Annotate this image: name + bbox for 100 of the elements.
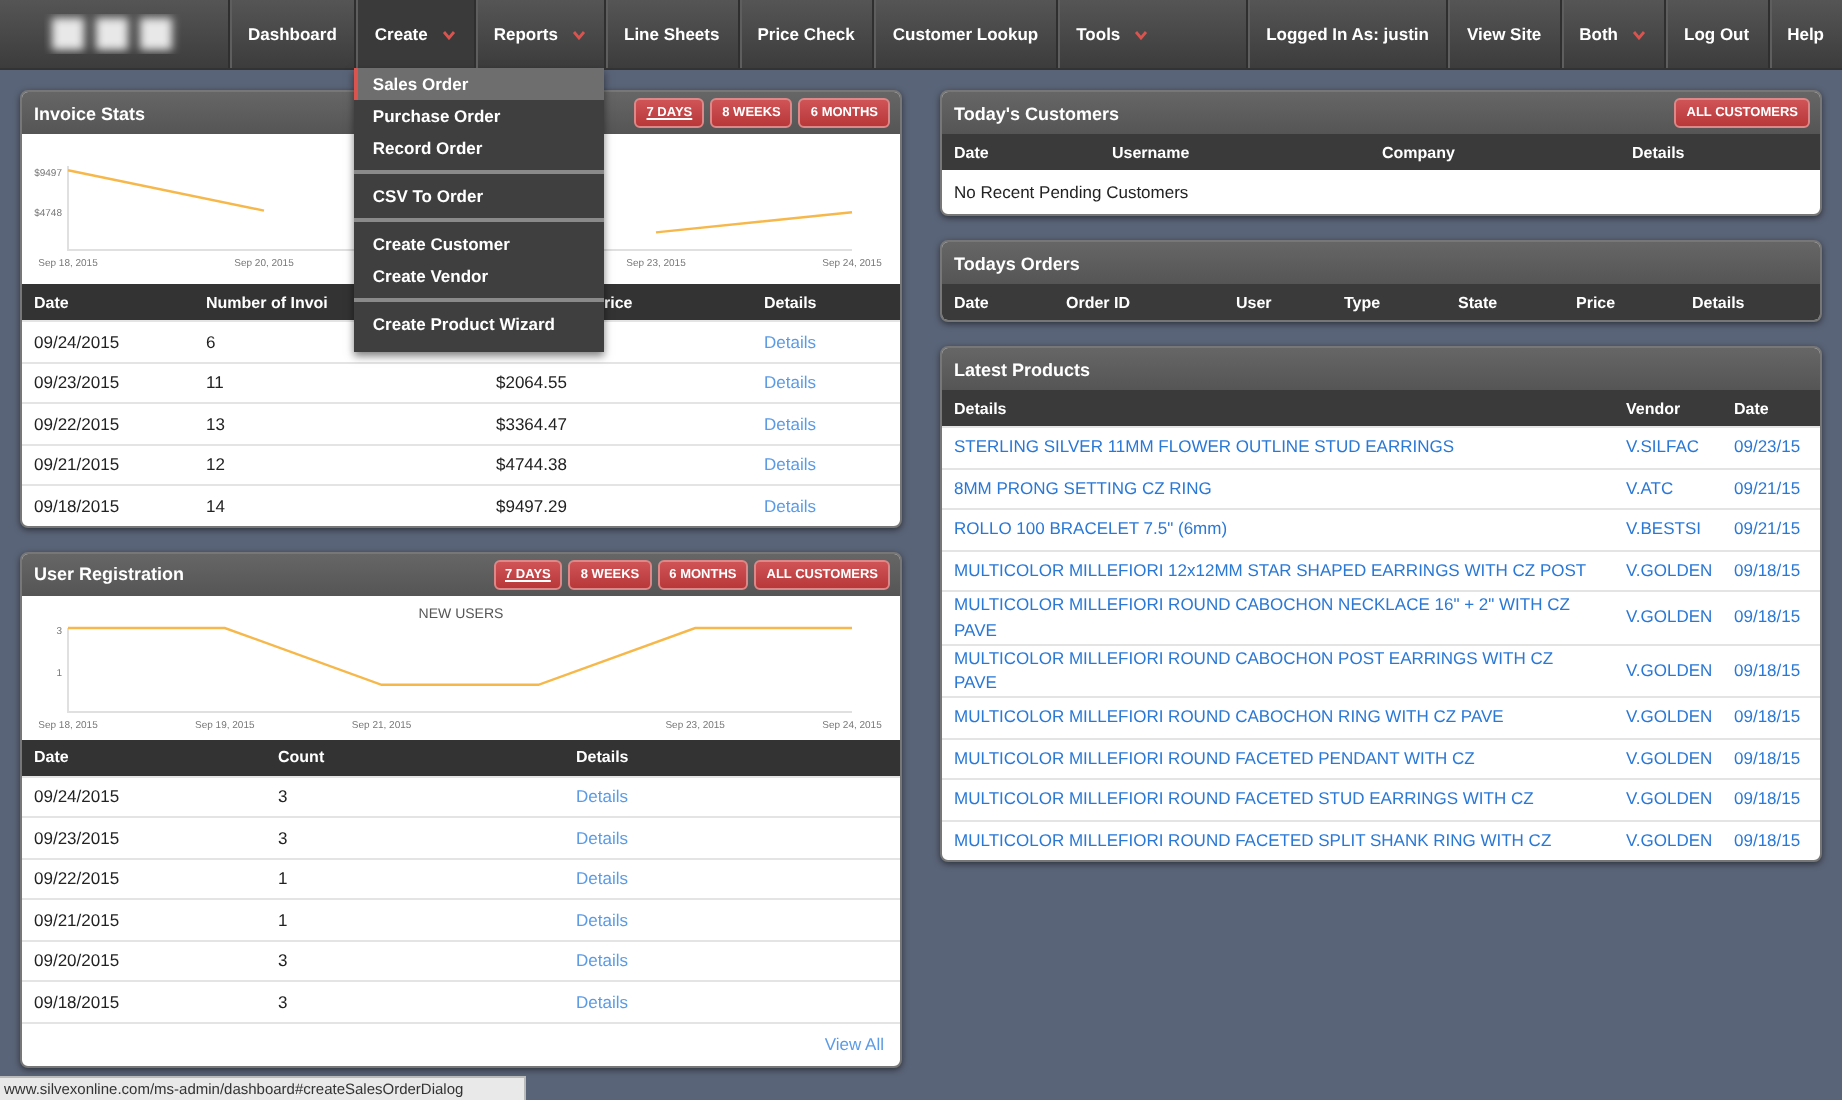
table-link[interactable]: V.GOLDEN: [1626, 557, 1713, 584]
panel-title: Todays Orders: [954, 253, 1080, 273]
table-cell-text: $3364.47: [496, 413, 569, 434]
menu-item[interactable]: Create Product Wizard: [354, 308, 605, 340]
table-link[interactable]: 09/21/15: [1734, 516, 1801, 543]
column-header: Date: [954, 143, 991, 161]
empty-message: No Recent Pending Customers: [952, 180, 1191, 206]
nav-item[interactable]: Tools: [1056, 0, 1167, 68]
table-cell-text: 09/18/2015: [34, 495, 122, 516]
column-header: Type: [1344, 293, 1383, 311]
column-header: Order ID: [1066, 293, 1133, 311]
table-link[interactable]: V.GOLDEN: [1626, 786, 1713, 813]
view-all-link[interactable]: View All: [824, 1033, 884, 1053]
table-link[interactable]: Details: [576, 950, 628, 971]
table-link[interactable]: Details: [764, 495, 816, 516]
table-link[interactable]: Details: [764, 331, 816, 352]
table-cell-text: 09/24/2015: [34, 331, 122, 352]
table-link[interactable]: Details: [576, 991, 628, 1012]
panel-title: User Registration: [34, 564, 185, 584]
table-link[interactable]: V.GOLDEN: [1626, 704, 1713, 731]
panel-title: Invoice Stats: [34, 103, 146, 123]
table-link[interactable]: STERLING SILVER 11MM FLOWER OUTLINE STUD EARRINGS: [954, 434, 1455, 461]
table-link[interactable]: Details: [576, 909, 628, 930]
table-link[interactable]: MULTICOLOR MILLEFIORI ROUND CABOCHON POST EARRINGS WITH CZ PAVE: [954, 645, 1594, 696]
table-cell-text: 09/21/2015: [34, 454, 122, 475]
table-link[interactable]: Details: [764, 372, 816, 393]
nav-item[interactable]: Logged In As: justin: [1246, 0, 1447, 68]
table-link[interactable]: V.SILFAC: [1626, 434, 1700, 461]
column-header: Details: [764, 293, 819, 311]
table-link[interactable]: MULTICOLOR MILLEFIORI ROUND FACETED STUD EARRINGS WITH CZ: [954, 786, 1534, 813]
table-cell-text: 3: [278, 827, 290, 848]
menu-item[interactable]: Record Order: [354, 132, 605, 164]
table-cell-text: 13: [206, 413, 227, 434]
column-header: Count: [278, 748, 327, 766]
table-link[interactable]: ROLLO 100 BRACELET 7.5" (6mm): [954, 516, 1228, 543]
menu-item[interactable]: Create Customer: [354, 228, 605, 260]
column-header: Vendor: [1626, 399, 1683, 417]
table-link[interactable]: 09/18/15: [1734, 827, 1801, 854]
table-cell-text: 11: [206, 372, 226, 393]
menu-item[interactable]: CSV To Order: [354, 180, 605, 212]
column-header: Details: [576, 748, 631, 766]
table-link[interactable]: MULTICOLOR MILLEFIORI ROUND FACETED PENDANT WITH CZ: [954, 745, 1475, 772]
menu-item[interactable]: Sales Order: [354, 68, 605, 100]
table-link[interactable]: 09/18/15: [1734, 657, 1801, 684]
table-cell-text: 09/22/2015: [34, 868, 122, 889]
table-cell-text: $4744.38: [496, 454, 569, 475]
column-header: rice: [602, 293, 635, 311]
column-header: Date: [954, 293, 991, 311]
table-link[interactable]: MULTICOLOR MILLEFIORI ROUND FACETED SPLIT SHANK RING WITH CZ: [954, 827, 1552, 854]
table-link[interactable]: Details: [764, 454, 816, 475]
table-link[interactable]: V.BESTSI: [1626, 516, 1701, 543]
column-header: Details: [1632, 143, 1687, 161]
table-link[interactable]: 09/18/15: [1734, 704, 1801, 731]
nav-item[interactable]: Customer Lookup: [872, 0, 1057, 68]
table-link[interactable]: 09/18/15: [1734, 557, 1801, 584]
column-header: State: [1458, 293, 1500, 311]
table-cell-text: 1: [278, 909, 290, 930]
table-link[interactable]: MULTICOLOR MILLEFIORI 12x12MM STAR SHAPED EARRINGS WITH CZ POST: [954, 557, 1587, 584]
panel-title: Latest Products: [954, 359, 1091, 379]
table-cell-text: 1: [278, 868, 290, 889]
panel-title: Today's Customers: [954, 103, 1119, 123]
column-header: Price: [1576, 293, 1618, 311]
table-link[interactable]: Details: [576, 868, 628, 889]
table-link[interactable]: Details: [764, 413, 816, 434]
menu-item[interactable]: Purchase Order: [354, 100, 605, 132]
nav-item[interactable]: Create: [354, 0, 474, 68]
table-link[interactable]: 09/23/15: [1734, 434, 1801, 461]
table-cell-text: 09/22/2015: [34, 413, 122, 434]
table-link[interactable]: MULTICOLOR MILLEFIORI ROUND CABOCHON RING WITH CZ PAVE: [954, 704, 1504, 731]
nav-item[interactable]: View Site: [1446, 0, 1560, 68]
table-link[interactable]: V.GOLDEN: [1626, 604, 1713, 631]
table-link[interactable]: V.ATC: [1626, 475, 1674, 502]
table-link[interactable]: V.GOLDEN: [1626, 827, 1713, 854]
nav-item[interactable]: Both: [1559, 0, 1664, 68]
table-link[interactable]: V.GOLDEN: [1626, 745, 1713, 772]
table-cell-text: 3: [278, 991, 290, 1012]
table-link[interactable]: 09/21/15: [1734, 475, 1801, 502]
column-header: Number of Invoi: [206, 293, 328, 311]
table-link[interactable]: Details: [576, 827, 628, 848]
table-link[interactable]: 09/18/15: [1734, 786, 1801, 813]
nav-item[interactable]: Help: [1767, 0, 1842, 68]
column-header: Company: [1382, 143, 1457, 161]
column-header: Details: [954, 399, 1009, 417]
table-cell-text: $9497.29: [496, 495, 569, 516]
table-link[interactable]: 09/18/15: [1734, 604, 1801, 631]
table-cell-text: 3: [278, 786, 290, 807]
table-cell-text: $2064.55: [496, 372, 569, 393]
nav-item[interactable]: Log Out: [1664, 0, 1768, 68]
table-cell-text: 09/20/2015: [34, 950, 122, 971]
table-link[interactable]: MULTICOLOR MILLEFIORI ROUND CABOCHON NECKLACE 16" + 2" WITH CZ PAVE: [954, 592, 1594, 643]
column-header: Details: [1692, 293, 1747, 311]
column-header: Date: [34, 748, 71, 766]
table-link[interactable]: Details: [576, 786, 628, 807]
nav-item[interactable]: Price Check: [737, 0, 873, 68]
nav-item[interactable]: Line Sheets: [604, 0, 738, 68]
table-link[interactable]: 8MM PRONG SETTING CZ RING: [954, 475, 1212, 502]
menu-item[interactable]: Create Vendor: [354, 260, 605, 292]
nav-item[interactable]: Reports: [473, 0, 604, 68]
table-link[interactable]: 09/18/15: [1734, 745, 1801, 772]
table-link[interactable]: V.GOLDEN: [1626, 657, 1713, 684]
